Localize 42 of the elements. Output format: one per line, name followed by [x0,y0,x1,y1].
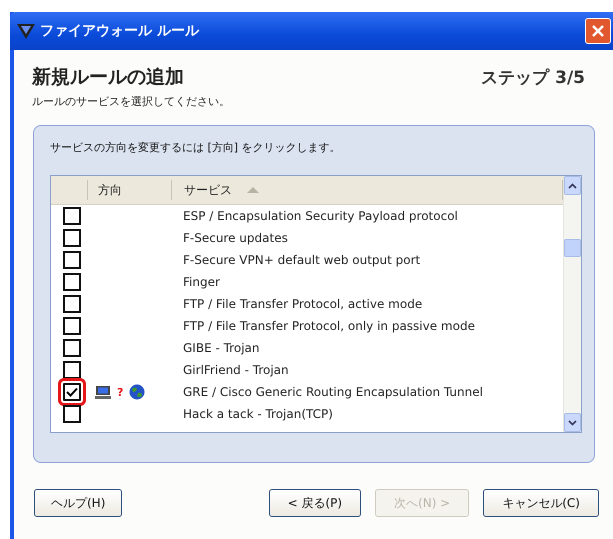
computer-icon[interactable] [95,384,111,400]
scroll-thumb[interactable] [564,239,581,257]
sort-ascending-icon [246,186,260,194]
checkbox[interactable] [63,405,81,423]
globe-icon[interactable] [129,384,146,400]
column-header[interactable]: 方向 [88,180,172,200]
service-name[interactable]: FTP / File Transfer Protocol, only in passive mode [171,319,563,333]
page-subtitle: ルールのサービスを選択してください。 [32,94,231,109]
scrollbar[interactable] [563,176,581,432]
checkbox[interactable] [63,207,81,225]
close-button[interactable] [585,18,611,44]
checkmark-icon [66,387,78,397]
direction-mark[interactable]: ? [117,386,124,398]
service-name[interactable]: GirlFriend - Trojan [171,363,563,377]
checkbox[interactable] [63,317,81,335]
step-counter: ステップ 3/5 [481,67,585,89]
service-name[interactable]: Finger [171,275,563,289]
service-name[interactable]: F-Secure updates [171,231,563,245]
triangle-icon [16,22,36,40]
checkbox[interactable] [63,339,81,357]
checkbox[interactable] [63,251,81,269]
dialog-button[interactable]: キャンセル(C) [483,489,599,517]
dialog-button[interactable]: < 戻る(P) [268,489,362,517]
page-heading: 新規ルールの追加 [32,65,184,90]
service-name[interactable]: ESP / Encapsulation Security Payload protocol [171,209,563,223]
checkbox[interactable] [63,361,81,379]
chevron-down-icon [568,420,577,426]
scroll-up-button[interactable] [564,176,581,195]
dialog-button[interactable]: ヘルプ(H) [34,489,122,517]
service-name[interactable]: FTP / File Transfer Protocol, active mode [171,297,563,311]
chevron-up-icon [568,182,577,188]
service-name[interactable]: F-Secure VPN+ default web output port [171,253,563,267]
scroll-down-button[interactable] [564,413,581,432]
close-icon [591,24,605,38]
service-name[interactable]: Hack a tack - Trojan(TCP) [171,407,563,421]
checkbox[interactable] [63,229,81,247]
checkbox[interactable] [63,273,81,291]
window-title: ファイアウォール ルール [40,22,199,40]
service-name[interactable]: GRE / Cisco Generic Routing Encapsulation Tunnel [171,385,563,399]
checkbox[interactable] [63,295,81,313]
instruction-text: サービスの方向を変更するには [方向] をクリックします。 [50,140,342,155]
service-name[interactable]: GIBE - Trojan [171,341,563,355]
